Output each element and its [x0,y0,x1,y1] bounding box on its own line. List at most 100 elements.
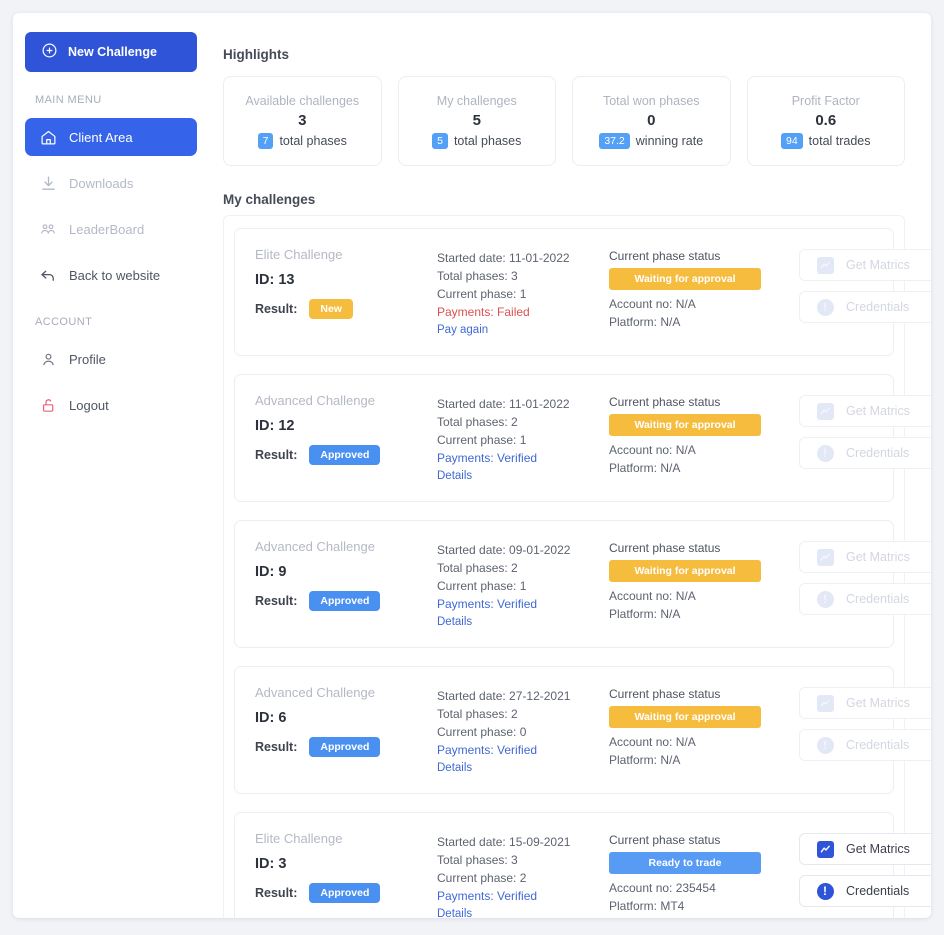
stat-sub: 7 total phases [257,132,347,149]
get-matrics-label: Get Matrics [846,258,910,272]
table-row: Elite Challenge ID: 3 Result: Approved Start… [234,812,931,918]
challenge-type: Advanced Challenge [255,685,375,700]
user-icon [39,350,57,368]
sidebar-item-downloads[interactable]: Downloads [25,164,197,202]
get-matrics-label: Get Matrics [846,842,910,856]
sidebar-item-label: LeaderBoard [69,221,145,237]
status-badge: New [309,299,353,319]
credentials-button: ! Credentials [799,291,931,323]
table-row: Elite Challenge ID: 13 Result: New Started d… [234,228,931,356]
platform: Platform: N/A [609,753,681,767]
stat-pill: 5 [432,132,448,149]
chart-icon [816,548,834,566]
stat-card-profit-factor: Profit Factor 0.6 94 total trades [746,76,905,166]
stat-value: 0.6 [815,111,837,129]
people-icon [39,220,57,238]
stat-title: Total won phases [602,93,700,108]
challenge-actions: Get Matrics ! Credentials [799,393,931,469]
credentials-label: Credentials [846,738,910,752]
challenge-result: Result: Approved [255,445,437,465]
challenge-phase-status: Current phase status Ready to trade Accoun… [609,831,799,915]
unlock-icon [39,396,57,414]
table-row: Advanced Challenge ID: 12 Result: Approved S… [234,374,931,502]
credentials-label: Credentials [846,884,910,898]
info-icon: ! [816,444,834,462]
plus-circle-icon [41,42,58,62]
phase-status-chip: Ready to trade [609,852,761,874]
app-card: New Challenge MAIN MENU Client Area Down… [13,13,931,918]
sidebar-item-client-area[interactable]: Client Area [25,118,197,156]
table-row: Advanced Challenge ID: 6 Result: Approved St… [234,666,931,794]
payments-status[interactable]: Payments: Verified [437,741,609,759]
total-phases: Total phases: 3 [437,269,518,283]
started-date: Started date: 09-01-2022 [437,543,571,557]
sidebar-item-profile[interactable]: Profile [25,340,197,378]
stat-value: 3 [298,111,307,129]
stat-sub: 37.2 winning rate [599,132,704,149]
payments-status: Payments: Failed [437,305,530,319]
payments-status[interactable]: Payments: Verified [437,595,609,613]
current-phase: Current phase: 0 [437,725,527,739]
sidebar-item-back-to-website[interactable]: Back to website [25,256,197,294]
started-date: Started date: 11-01-2022 [437,397,570,411]
challenge-result: Result: Approved [255,737,437,757]
challenge-summary: Elite Challenge ID: 13 Result: New [255,247,437,319]
payments-status[interactable]: Payments: Verified [437,887,609,905]
credentials-label: Credentials [846,300,910,314]
stat-sub-label: total phases [279,133,347,148]
table-row: Advanced Challenge ID: 9 Result: Approved St… [234,520,931,648]
status-badge: Approved [309,737,381,757]
info-icon: ! [816,882,834,900]
payment-action-link[interactable]: Details [437,759,609,777]
challenge-result: Result: Approved [255,591,437,611]
started-date: Started date: 15-09-2021 [437,835,571,849]
challenge-actions: Get Matrics! Credentials [799,831,931,907]
sidebar-item-leaderboard[interactable]: LeaderBoard [25,210,197,248]
phase-status-chip: Waiting for approval [609,268,761,290]
current-phase: Current phase: 1 [437,433,527,447]
chart-icon [816,402,834,420]
phase-status-label: Current phase status [609,833,721,847]
get-matrics-button[interactable]: Get Matrics [799,833,931,865]
download-icon [39,174,57,192]
new-challenge-button[interactable]: New Challenge [25,32,197,72]
status-badge: Approved [309,591,381,611]
challenge-result: Result: New [255,299,437,319]
credentials-button: ! Credentials [799,729,931,761]
stat-sub-label: winning rate [635,133,704,148]
status-badge: Approved [309,883,381,903]
sidebar-item-label: Downloads [69,175,134,191]
sidebar-item-logout[interactable]: Logout [25,386,197,424]
stat-value: 5 [472,111,481,129]
get-matrics-button: Get Matrics [799,395,931,427]
phase-status-label: Current phase status [609,395,721,409]
credentials-label: Credentials [846,592,910,606]
challenge-summary: Advanced Challenge ID: 6 Result: Approved [255,685,437,757]
stat-sub-label: total trades [808,133,871,148]
challenge-summary: Elite Challenge ID: 3 Result: Approved [255,831,437,903]
stat-sub: 94 total trades [780,132,871,149]
get-matrics-button: Get Matrics [799,541,931,573]
challenge-type: Advanced Challenge [255,393,375,408]
chart-icon [816,840,834,858]
payment-action-link[interactable]: Details [437,613,609,631]
current-phase: Current phase: 1 [437,579,527,593]
total-phases: Total phases: 2 [437,415,518,429]
platform: Platform: N/A [609,461,681,475]
get-matrics-label: Get Matrics [846,404,910,418]
payment-action-link[interactable]: Pay again [437,321,609,339]
stat-card-my-challenges: My challenges 5 5 total phases [397,76,556,166]
stat-title: My challenges [436,93,517,108]
payment-action-link[interactable]: Details [437,467,609,485]
credentials-button: ! Credentials [799,437,931,469]
challenge-details: Started date: 09-01-2022 Total phases: 2 C… [437,539,609,631]
result-label: Result: [255,448,298,462]
payments-status[interactable]: Payments: Verified [437,449,609,467]
get-matrics-button: Get Matrics [799,249,931,281]
challenge-id: ID: 13 [255,272,295,288]
phase-status-label: Current phase status [609,541,721,555]
credentials-button[interactable]: ! Credentials [799,875,931,907]
info-icon: ! [816,298,834,316]
account-no: Account no: N/A [609,735,696,749]
payment-action-link[interactable]: Details [437,905,609,918]
